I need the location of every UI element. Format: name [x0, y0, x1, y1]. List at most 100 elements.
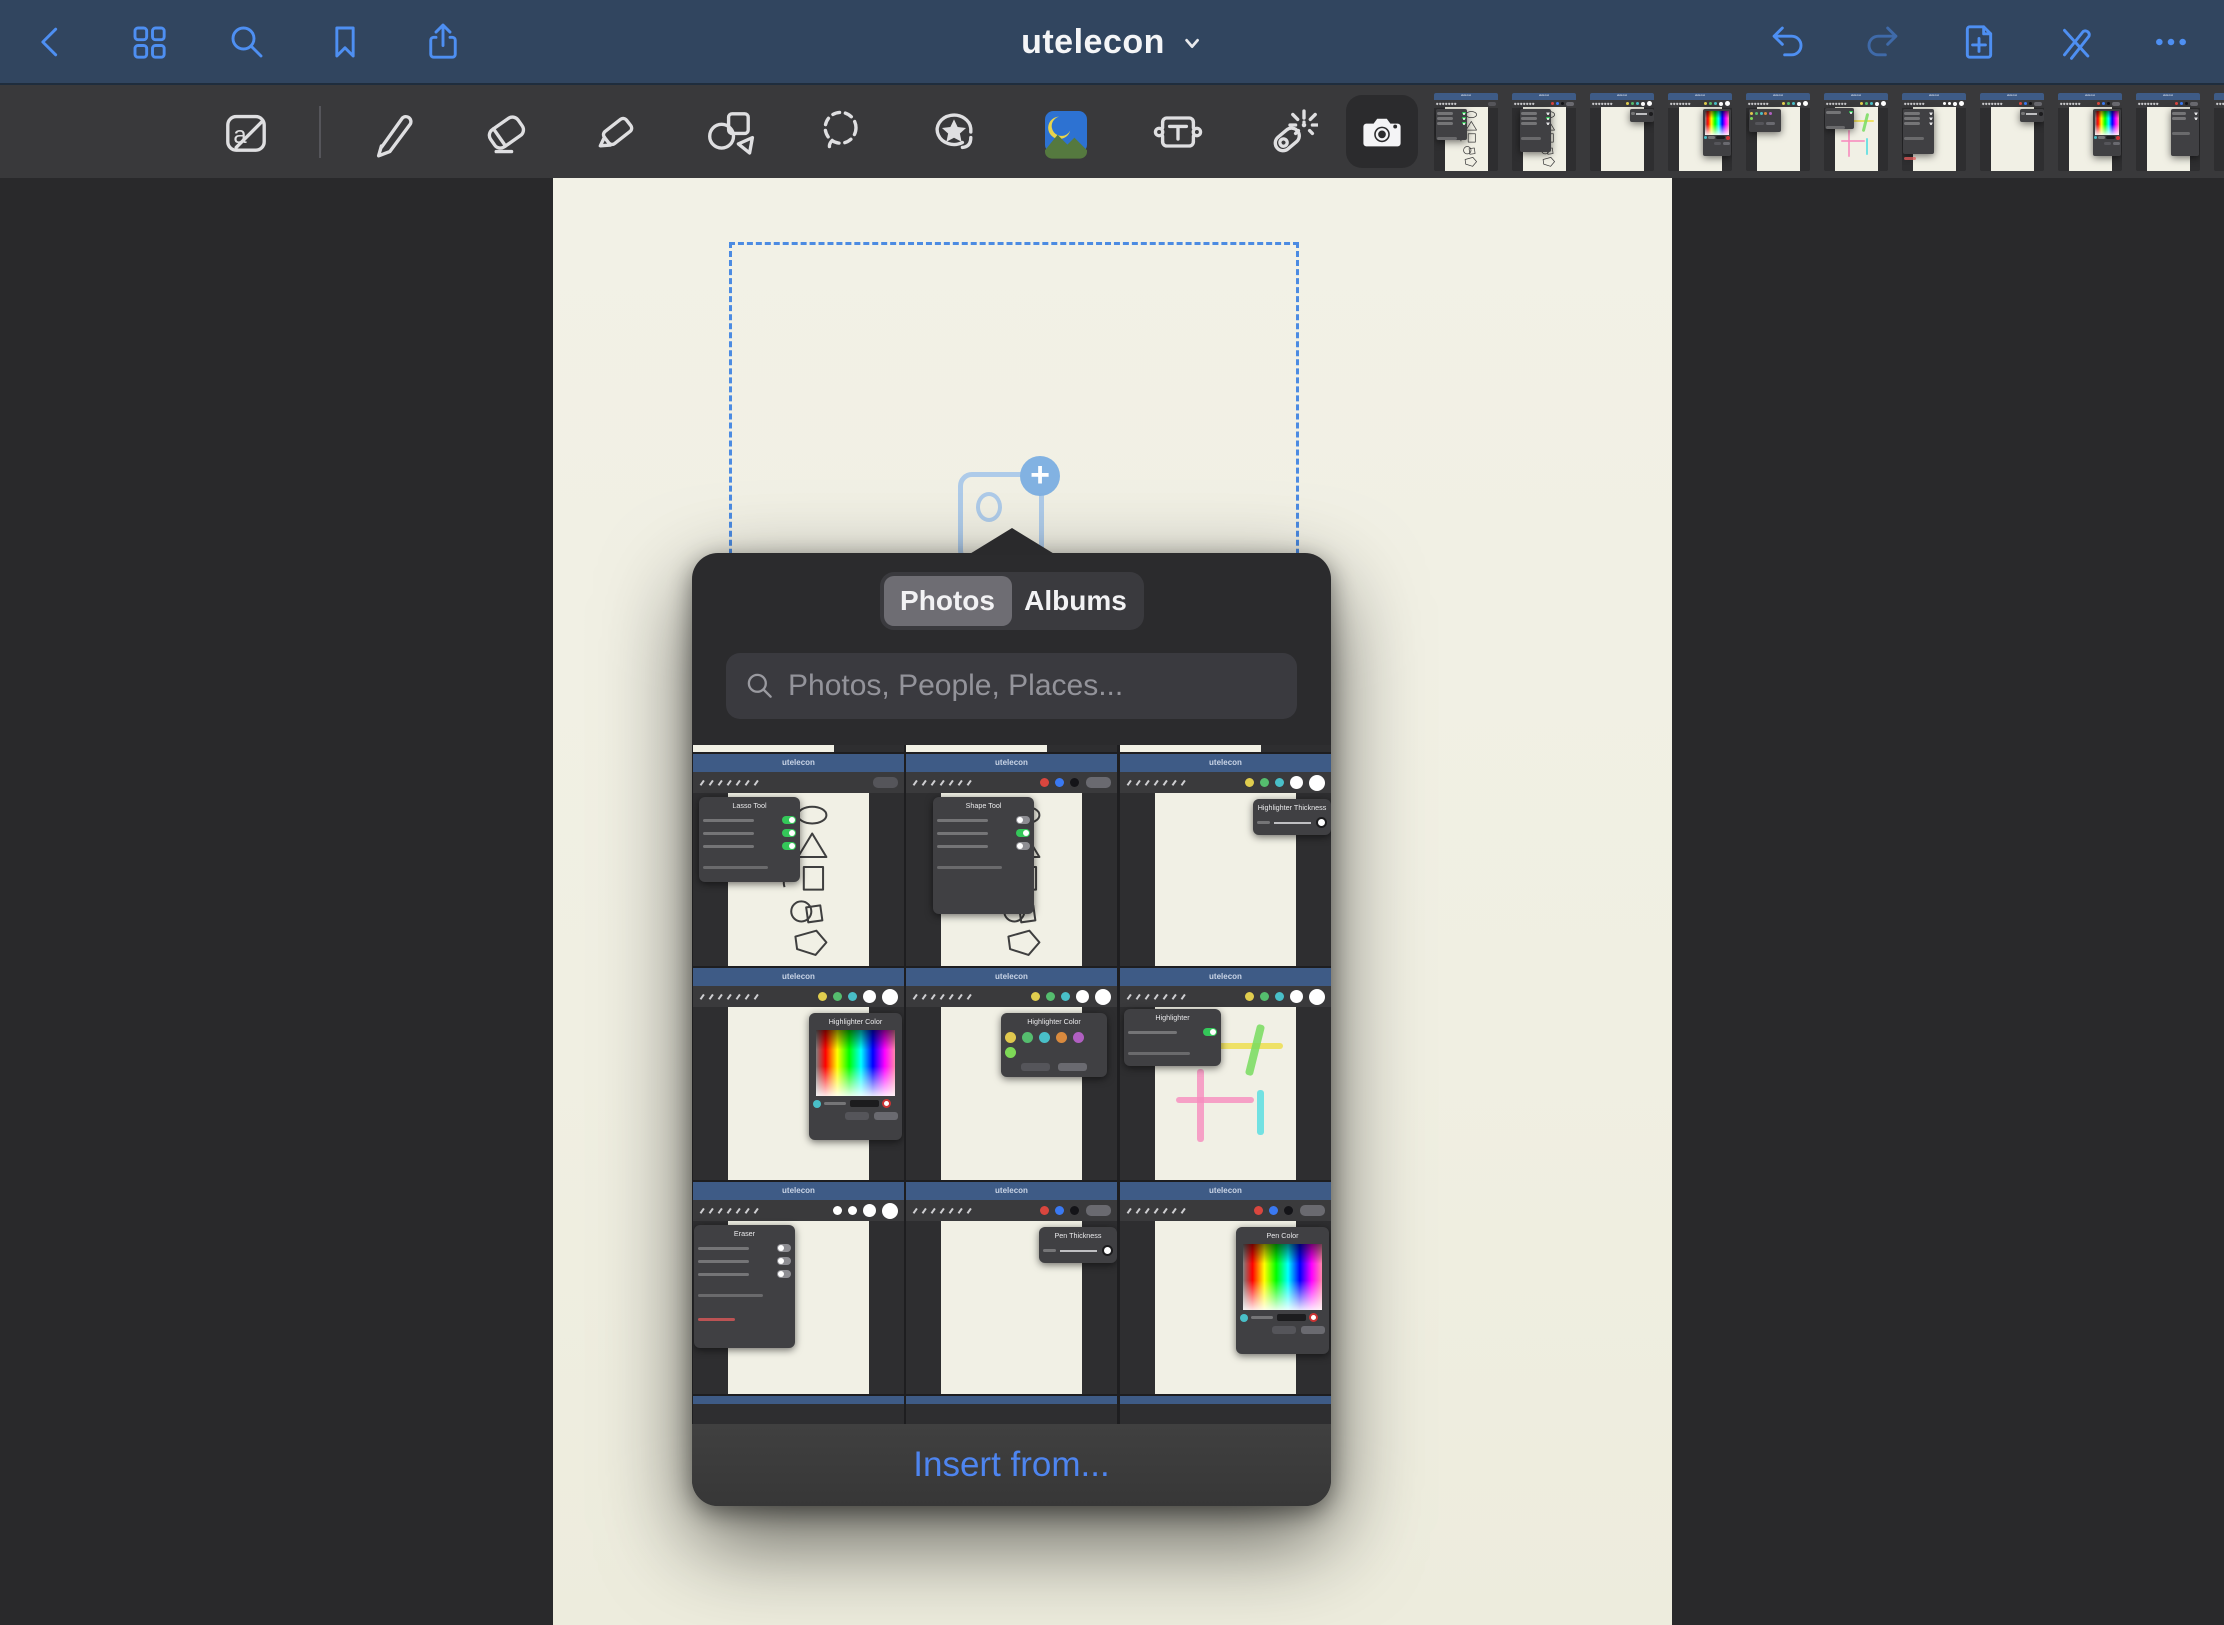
ellipsis-icon	[2150, 21, 2192, 63]
search-input[interactable]	[788, 669, 1279, 703]
eraser-icon	[478, 104, 534, 160]
photo-thumbnail[interactable]: uteleconHighlighter Color	[693, 968, 904, 1180]
mini-popup-slider	[2020, 109, 2044, 122]
page-thumbnail[interactable]: utelecon	[1902, 93, 1966, 171]
mini-navbar: utelecon	[1120, 968, 1331, 986]
mini-highlight-stroke	[1848, 130, 1850, 157]
redo-icon	[1862, 21, 1904, 63]
mini-popup-menu: Lasso Tool	[699, 797, 800, 882]
page-thumbnail[interactable]: utelecon	[2136, 93, 2200, 171]
lasso-tool-button[interactable]	[811, 101, 873, 163]
bookmark-button[interactable]	[322, 19, 368, 65]
photo-thumbnail-partial[interactable]	[1120, 745, 1331, 752]
add-page-button[interactable]	[1956, 19, 2002, 65]
mini-navbar: utelecon	[693, 968, 904, 986]
mini-title: utelecon	[1539, 95, 1549, 98]
mini-popup-title: Pen Color	[1240, 1231, 1325, 1241]
page-thumbnails-button[interactable]	[126, 19, 172, 65]
undo-button[interactable]	[1764, 19, 1810, 65]
photo-thumbnail-partial[interactable]	[693, 1396, 904, 1424]
page-thumbnail[interactable]: utelecon	[1512, 93, 1576, 171]
page-thumbnail[interactable]: utelecon	[1590, 93, 1654, 171]
laser-pointer-tool-button[interactable]	[1259, 101, 1321, 163]
document-canvas[interactable]: + Photos Albums uteleconLasso Toolutelec…	[0, 178, 2224, 1625]
document-title-dropdown[interactable]: utelecon	[1021, 0, 1203, 85]
tab-photos[interactable]: Photos	[884, 576, 1012, 626]
share-button[interactable]	[420, 19, 466, 65]
handwriting-tool-button[interactable]: a	[215, 101, 277, 163]
insert-from-button[interactable]: Insert from...	[692, 1424, 1331, 1506]
mini-title: utelecon	[1209, 759, 1242, 767]
add-image-plus-badge: +	[1020, 456, 1060, 496]
image-tool-button[interactable]	[1035, 101, 1097, 163]
page-thumbnail[interactable]: utelecon	[2214, 93, 2224, 171]
pen-tool-button[interactable]	[363, 101, 425, 163]
search-button[interactable]	[224, 19, 270, 65]
mini-navbar: utelecon	[906, 754, 1117, 772]
mini-navbar: utelecon	[2214, 93, 2224, 100]
photo-thumbnail[interactable]: uteleconShape Tool	[906, 754, 1117, 966]
photo-thumbnail-partial[interactable]	[906, 1396, 1117, 1424]
photo-thumbnail[interactable]: utelecon Eraser	[693, 1182, 904, 1394]
page-thumbnail[interactable]: utelecon	[1668, 93, 1732, 171]
mini-popup-menu	[1903, 109, 1934, 154]
mini-title: utelecon	[2163, 95, 2173, 98]
mini-popup-menu: Eraser	[694, 1225, 795, 1348]
eraser-tool-button[interactable]	[475, 101, 537, 163]
mini-navbar: utelecon	[1902, 93, 1966, 100]
mini-popup-spectrum: Pen Color	[1236, 1227, 1329, 1354]
page-title: utelecon	[1021, 23, 1165, 62]
mini-title: utelecon	[995, 759, 1028, 767]
mini-toolbar	[1120, 1200, 1331, 1221]
photo-thumbnail[interactable]: uteleconHighlighter Color	[906, 968, 1117, 1180]
photo-thumbnail[interactable]: uteleconHighlighter Thickness	[1120, 754, 1331, 966]
highlighter-tool-button[interactable]	[587, 101, 649, 163]
photo-thumbnail[interactable]: utelecon Lasso Tool	[693, 754, 904, 966]
page-thumbnail[interactable]: utelecon	[1434, 93, 1498, 171]
chevron-down-icon	[1181, 32, 1203, 54]
mini-title: utelecon	[2007, 95, 2017, 98]
photo-search-field[interactable]	[726, 653, 1297, 719]
redo-button[interactable]	[1860, 19, 1906, 65]
mini-title: utelecon	[1929, 95, 1939, 98]
page-thumbnail[interactable]: utelecon	[2058, 93, 2122, 171]
pen-mode-toggle-button[interactable]	[2052, 19, 2098, 65]
mini-navbar: utelecon	[1590, 93, 1654, 100]
text-tool-button[interactable]	[1147, 101, 1209, 163]
mini-navbar: utelecon	[1980, 93, 2044, 100]
mini-title: utelecon	[782, 1187, 815, 1195]
elements-tool-button[interactable]	[923, 101, 985, 163]
photo-thumbnail-partial[interactable]	[1120, 1396, 1331, 1424]
mini-highlight-stroke	[1841, 140, 1865, 142]
toolbar-right-dock: uteleconuteleconuteleconuteleconutelecon…	[1346, 93, 2224, 171]
mini-navbar-sliver	[906, 1396, 1117, 1404]
laser-pointer-icon	[1262, 104, 1318, 160]
mini-popup-menu	[1825, 108, 1854, 129]
mini-popup-title: Highlighter Color	[1005, 1017, 1103, 1027]
text-tool-icon	[1150, 104, 1206, 160]
mini-color-spectrum	[2095, 111, 2119, 135]
tab-albums[interactable]: Albums	[1012, 576, 1140, 626]
back-button[interactable]	[28, 19, 74, 65]
mini-title: utelecon	[782, 759, 815, 767]
page-thumbnail[interactable]: utelecon	[1824, 93, 1888, 171]
mini-toolbar	[906, 772, 1117, 793]
photo-thumbnail[interactable]: utelecon Pen Thickness	[906, 1182, 1117, 1394]
page-thumbnail[interactable]: utelecon	[1980, 93, 2044, 171]
mini-highlight-stroke	[1866, 138, 1868, 155]
mini-title: utelecon	[995, 1187, 1028, 1195]
camera-button[interactable]	[1346, 95, 1418, 168]
mini-title: utelecon	[1695, 95, 1705, 98]
mini-page-sliver	[693, 745, 834, 752]
more-options-button[interactable]	[2148, 19, 2194, 65]
page-thumbnail[interactable]: utelecon	[1746, 93, 1810, 171]
photo-thumbnail[interactable]: uteleconHighlighter	[1120, 968, 1331, 1180]
photo-thumbnail-partial[interactable]	[906, 745, 1117, 752]
mini-popup-title: Pen Thickness	[1043, 1231, 1113, 1241]
mini-title: utelecon	[782, 973, 815, 981]
shapes-tool-button[interactable]	[699, 101, 761, 163]
photo-thumbnail[interactable]: uteleconPen Color	[1120, 1182, 1331, 1394]
photo-thumbnail-partial[interactable]	[693, 745, 904, 752]
mini-popup-spectrum	[1703, 109, 1731, 156]
mini-toolbar	[693, 772, 904, 793]
